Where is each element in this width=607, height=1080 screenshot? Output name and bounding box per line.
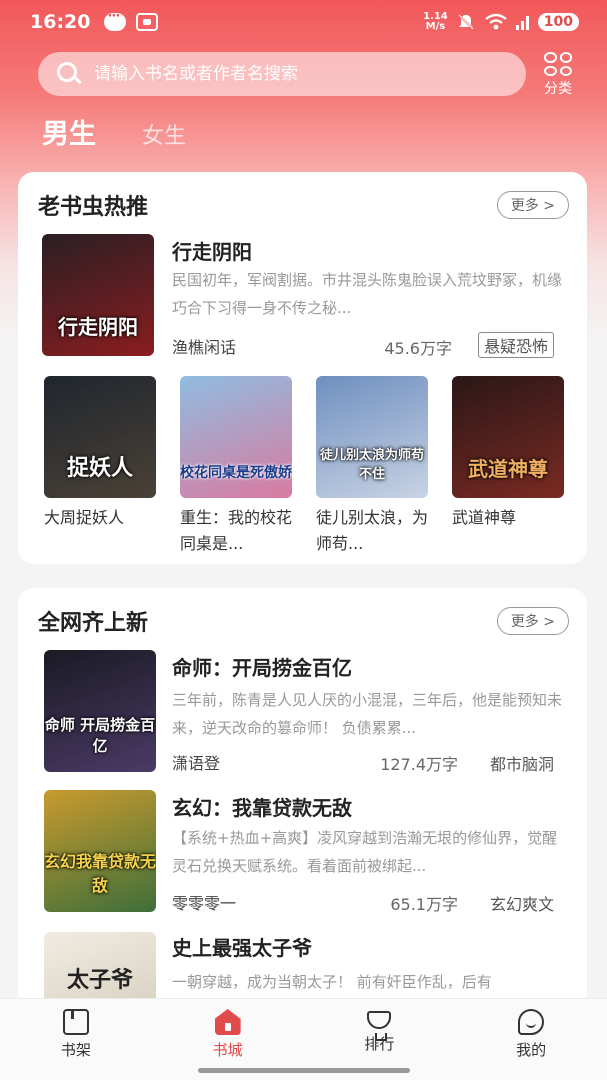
status-bar: 16:20 1.14 M/s 100 bbox=[0, 0, 607, 44]
book-word-count: 45.6万字 bbox=[384, 339, 452, 358]
nav-label: 我的 bbox=[516, 1041, 547, 1059]
wifi-icon bbox=[485, 13, 507, 30]
book-description: 一朝穿越，成为当朝太子！ 前有奸臣作乱，后有 bbox=[172, 973, 492, 991]
cover-title: 玄幻我靠贷款无敌 bbox=[44, 852, 156, 895]
cover-title: 校花同桌是死傲娇 bbox=[180, 465, 292, 481]
search-bar[interactable] bbox=[38, 52, 526, 96]
message-icon bbox=[104, 9, 127, 31]
profile-icon bbox=[518, 1009, 545, 1035]
book-description: 民国初年，军阀割据。市井混头陈鬼脸误入荒坟野冢，机缘巧合下习得一身不传之秘... bbox=[172, 271, 563, 317]
home-indicator[interactable] bbox=[198, 1068, 410, 1073]
book-word-count: 127.4万字 bbox=[380, 755, 458, 774]
more-button[interactable]: 更多 > bbox=[496, 607, 569, 635]
book-title[interactable]: 玄幻：我靠贷款无敌 bbox=[172, 792, 352, 821]
cover-title: 徒儿别太浪为师苟不住 bbox=[319, 448, 424, 482]
book-cover[interactable]: 捉妖人 bbox=[44, 376, 156, 498]
section-new-releases: 全网齐上新 更多 > 命师 开局捞金百亿 命师：开局捞金百亿 三年前，陈青是人见… bbox=[18, 588, 587, 1008]
gender-tabs: 男生 女生 bbox=[42, 112, 186, 151]
section-title: 老书虫热推 bbox=[38, 195, 149, 220]
section-title: 全网齐上新 bbox=[38, 611, 149, 636]
trophy-icon bbox=[367, 1011, 392, 1041]
book-description: 三年前，陈青是人见人厌的小混混，三年后，他是能预知未来，逆天改命的篡命师！ 负债… bbox=[172, 691, 563, 737]
network-speed: 1.14 M/s bbox=[423, 12, 448, 32]
book-tag: 都市脑洞 bbox=[490, 755, 555, 774]
grid-icon bbox=[544, 52, 572, 76]
book-cover[interactable]: 武道神尊 bbox=[452, 376, 564, 498]
book-description: 【系统+热血+高爽】凌风穿越到浩瀚无垠的修仙界，觉醒灵石兑换天赋系统。看着面前被… bbox=[172, 829, 558, 875]
book-title[interactable]: 行走阴阳 bbox=[172, 236, 252, 265]
book-author: 渔樵闲话 bbox=[172, 338, 237, 357]
book-tag: 玄幻爽文 bbox=[490, 895, 555, 914]
section-hot-recommend: 老书虫热推 更多 > 行走阴阳 行走阴阳 民国初年，军阀割据。市井混头陈鬼脸误入… bbox=[18, 172, 587, 564]
network-speed-unit: M/s bbox=[425, 21, 446, 32]
tab-male[interactable]: 男生 bbox=[42, 112, 96, 151]
book-author: 零零零一 bbox=[172, 894, 237, 913]
nav-item-bookshelf[interactable]: 书架 bbox=[0, 999, 152, 1080]
nav-label: 书城 bbox=[212, 1041, 243, 1059]
battery-level: 100 bbox=[537, 13, 579, 31]
book-tag: 悬疑恐怖 bbox=[478, 332, 555, 358]
tab-female[interactable]: 女生 bbox=[142, 118, 186, 150]
category-label: 分类 bbox=[544, 81, 572, 97]
cover-title: 太子爷 bbox=[66, 967, 133, 993]
book-cover[interactable]: 徒儿别太浪为师苟不住 bbox=[316, 376, 428, 498]
book-author: 潇语登 bbox=[172, 754, 221, 773]
book-title[interactable]: 徒儿别太浪，为师苟... bbox=[316, 505, 428, 557]
mute-icon bbox=[458, 14, 474, 30]
cover-title: 捉妖人 bbox=[66, 455, 133, 481]
book-title[interactable]: 史上最强太子爷 bbox=[172, 932, 312, 961]
book-title[interactable]: 大周捉妖人 bbox=[44, 505, 156, 531]
book-cover[interactable]: 校花同桌是死傲娇 bbox=[180, 376, 292, 498]
book-cover[interactable]: 玄幻我靠贷款无敌 bbox=[44, 790, 156, 912]
book-title[interactable]: 武道神尊 bbox=[452, 505, 564, 531]
book-cover[interactable]: 太子爷 bbox=[44, 932, 156, 1008]
more-button[interactable]: 更多 > bbox=[496, 191, 569, 219]
scan-icon bbox=[136, 13, 159, 31]
book-cover[interactable]: 命师 开局捞金百亿 bbox=[44, 650, 156, 772]
search-icon bbox=[56, 61, 82, 87]
cover-title: 武道神尊 bbox=[468, 457, 548, 481]
signal-icon bbox=[515, 16, 529, 30]
book-title[interactable]: 命师：开局捞金百亿 bbox=[172, 652, 352, 681]
book-cover[interactable]: 行走阴阳 bbox=[42, 234, 154, 356]
home-icon bbox=[214, 1009, 241, 1035]
search-input[interactable] bbox=[94, 64, 494, 84]
bookshelf-icon bbox=[62, 1009, 89, 1035]
status-time: 16:20 bbox=[30, 11, 91, 33]
cover-title: 命师 开局捞金百亿 bbox=[44, 716, 156, 755]
category-button[interactable]: 分类 bbox=[536, 52, 580, 98]
nav-label: 书架 bbox=[60, 1041, 91, 1059]
book-word-count: 65.1万字 bbox=[390, 895, 458, 914]
cover-title: 行走阴阳 bbox=[58, 315, 138, 339]
nav-item-profile[interactable]: 我的 bbox=[455, 999, 607, 1080]
book-title[interactable]: 重生：我的校花同桌是... bbox=[180, 505, 292, 557]
